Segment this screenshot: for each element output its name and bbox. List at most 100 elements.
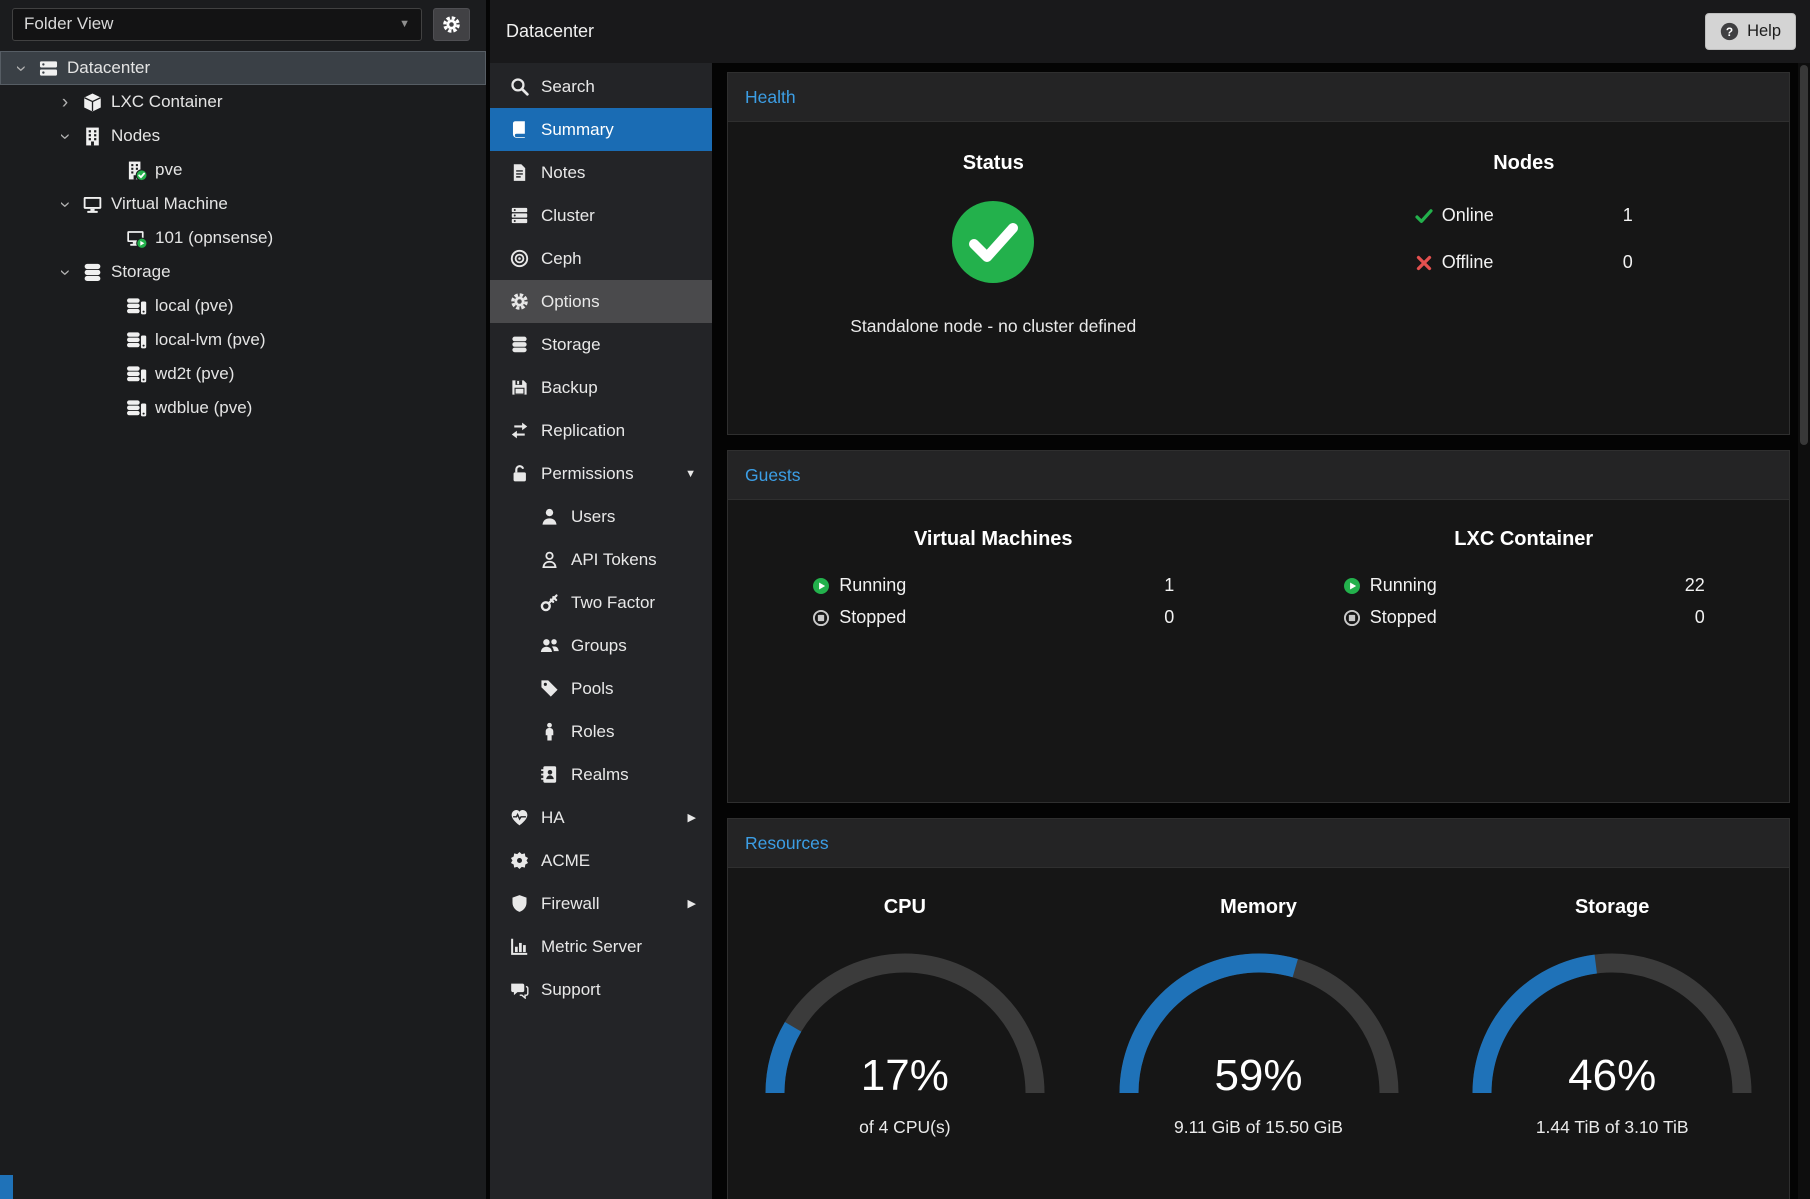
chevron-down-icon: ▼ [399, 18, 410, 30]
collapse-icon[interactable]: › [56, 127, 75, 145]
status-label: Running [1370, 575, 1437, 596]
search-icon [510, 77, 529, 96]
menu-item-label: Roles [571, 722, 614, 742]
menu-item-cluster[interactable]: Cluster [490, 194, 712, 237]
menu-item-label: Support [541, 980, 601, 1000]
scrollbar-track[interactable] [1798, 63, 1810, 1199]
menu-item-firewall[interactable]: Firewall▶ [490, 882, 712, 925]
status-ok-icon [728, 201, 1259, 288]
menu-item-pools[interactable]: Pools [490, 667, 712, 710]
help-button[interactable]: ? Help [1705, 13, 1796, 50]
tree-item-wdblue-pve[interactable]: ›wdblue (pve) [0, 391, 486, 425]
user-outline-icon [540, 550, 559, 569]
content-section: Datacenter ? Help Search Summary Notes Clus… [490, 0, 1810, 1199]
datacenter-menu: Search Summary Notes ClusterCeph Options Stor… [490, 63, 712, 1199]
menu-item-realms[interactable]: Realms [490, 753, 712, 796]
menu-item-options[interactable]: Options [490, 280, 712, 323]
menu-item-label: Groups [571, 636, 627, 656]
monitor-icon [82, 194, 103, 215]
tree-item-101-opnsense[interactable]: ›101 (opnsense) [0, 221, 486, 255]
tree-item-label: LXC Container [111, 92, 223, 112]
menu-item-ha[interactable]: HA▶ [490, 796, 712, 839]
collapse-icon[interactable]: › [12, 59, 31, 77]
stopped-icon [812, 609, 830, 627]
nodes-status-rows: Online1Offline0 [1415, 205, 1633, 273]
menu-item-backup[interactable]: Backup [490, 366, 712, 409]
menu-item-replication[interactable]: Replication [490, 409, 712, 452]
node-online-icon [126, 160, 147, 181]
gauge-percent: 46% [1459, 1051, 1765, 1101]
menu-item-groups[interactable]: Groups [490, 624, 712, 667]
unlock-icon [510, 464, 529, 483]
menu-item-users[interactable]: Users [490, 495, 712, 538]
tree-item-virtual-machine[interactable]: ›Virtual Machine [0, 187, 486, 221]
menu-item-search[interactable]: Search [490, 65, 712, 108]
menu-item-support[interactable]: Support [490, 968, 712, 1011]
health-status-column: Status Standalone node - no cluster defi… [728, 152, 1259, 434]
scrollbar-thumb[interactable] [1800, 65, 1808, 445]
menu-item-storage[interactable]: Storage [490, 323, 712, 366]
resources-panel-title: Resources [745, 833, 829, 854]
database-icon [82, 262, 103, 283]
gear-icon [510, 292, 529, 311]
tree-item-label: local-lvm (pve) [155, 330, 266, 350]
menu-item-roles[interactable]: Roles [490, 710, 712, 753]
tree-item-lxc-container[interactable]: › LXC Container [0, 85, 486, 119]
menu-item-two-factor[interactable]: Two Factor [490, 581, 712, 624]
menu-item-metric-server[interactable]: Metric Server [490, 925, 712, 968]
collapse-icon[interactable]: › [56, 195, 75, 213]
tree-item-wd2t-pve[interactable]: ›wd2t (pve) [0, 357, 486, 391]
menu-item-label: Two Factor [571, 593, 655, 613]
guest-status-row-running: Running 1 [812, 575, 1174, 596]
guest-group-heading: LXC Container [1259, 528, 1790, 551]
floppy-icon [510, 378, 529, 397]
menu-item-label: Notes [541, 163, 585, 183]
menu-item-label: Options [541, 292, 600, 312]
gauge-heading: Memory [1082, 896, 1436, 919]
ceph-icon [510, 249, 529, 268]
health-panel-title: Health [745, 87, 796, 108]
tree-item-storage[interactable]: ›Storage [0, 255, 486, 289]
tree-item-datacenter[interactable]: › Datacenter [0, 51, 486, 85]
status-value: 0 [1164, 607, 1174, 628]
menu-item-api-tokens[interactable]: API Tokens [490, 538, 712, 581]
menu-item-acme[interactable]: ACME [490, 839, 712, 882]
menu-item-label: Storage [541, 335, 601, 355]
gauge-heading: CPU [728, 896, 1082, 919]
gear-icon [442, 15, 461, 34]
certificate-icon [510, 851, 529, 870]
tree-item-local-lvm-pve[interactable]: ›local-lvm (pve) [0, 323, 486, 357]
building-icon [82, 126, 103, 147]
tree-item-label: Datacenter [67, 58, 150, 78]
tree-item-nodes[interactable]: ›Nodes [0, 119, 486, 153]
book-icon [510, 120, 529, 139]
menu-item-ceph[interactable]: Ceph [490, 237, 712, 280]
collapse-icon[interactable]: › [56, 263, 75, 281]
status-value: 1 [1623, 205, 1633, 226]
comments-icon [510, 980, 529, 999]
node-status-row-online: Online1 [1415, 205, 1633, 226]
tree-bottom-accent [0, 1175, 13, 1199]
status-label: Running [839, 575, 906, 596]
menu-item-summary[interactable]: Summary [490, 108, 712, 151]
menu-item-label: Users [571, 507, 615, 527]
replication-icon [510, 421, 529, 440]
health-panel-body: Status Standalone node - no cluster defi… [728, 122, 1789, 434]
view-mode-select[interactable]: Folder View ▼ [12, 8, 422, 41]
guest-group-heading: Virtual Machines [728, 528, 1259, 551]
menu-item-notes[interactable]: Notes [490, 151, 712, 194]
menu-item-label: Summary [541, 120, 614, 140]
tree-item-pve[interactable]: ›pve [0, 153, 486, 187]
tree-settings-button[interactable] [433, 8, 470, 41]
menu-item-permissions[interactable]: Permissions▼ [490, 452, 712, 495]
tree-item-local-pve[interactable]: ›local (pve) [0, 289, 486, 323]
gauge-caption: of 4 CPU(s) [728, 1117, 1082, 1138]
gauge-percent: 59% [1106, 1051, 1412, 1101]
status-value: 1 [1164, 575, 1174, 596]
tree-item-label: local (pve) [155, 296, 233, 316]
guests-panel-body: Virtual MachinesRunning1Stopped0LXC Cont… [728, 500, 1789, 802]
tree-item-label: wdblue (pve) [155, 398, 252, 418]
page-title: Datacenter [506, 21, 594, 42]
expand-icon[interactable]: › [56, 93, 74, 112]
resources-panel-body: CPU17%of 4 CPU(s)Memory59%9.11 GiB of 15… [728, 868, 1789, 1199]
